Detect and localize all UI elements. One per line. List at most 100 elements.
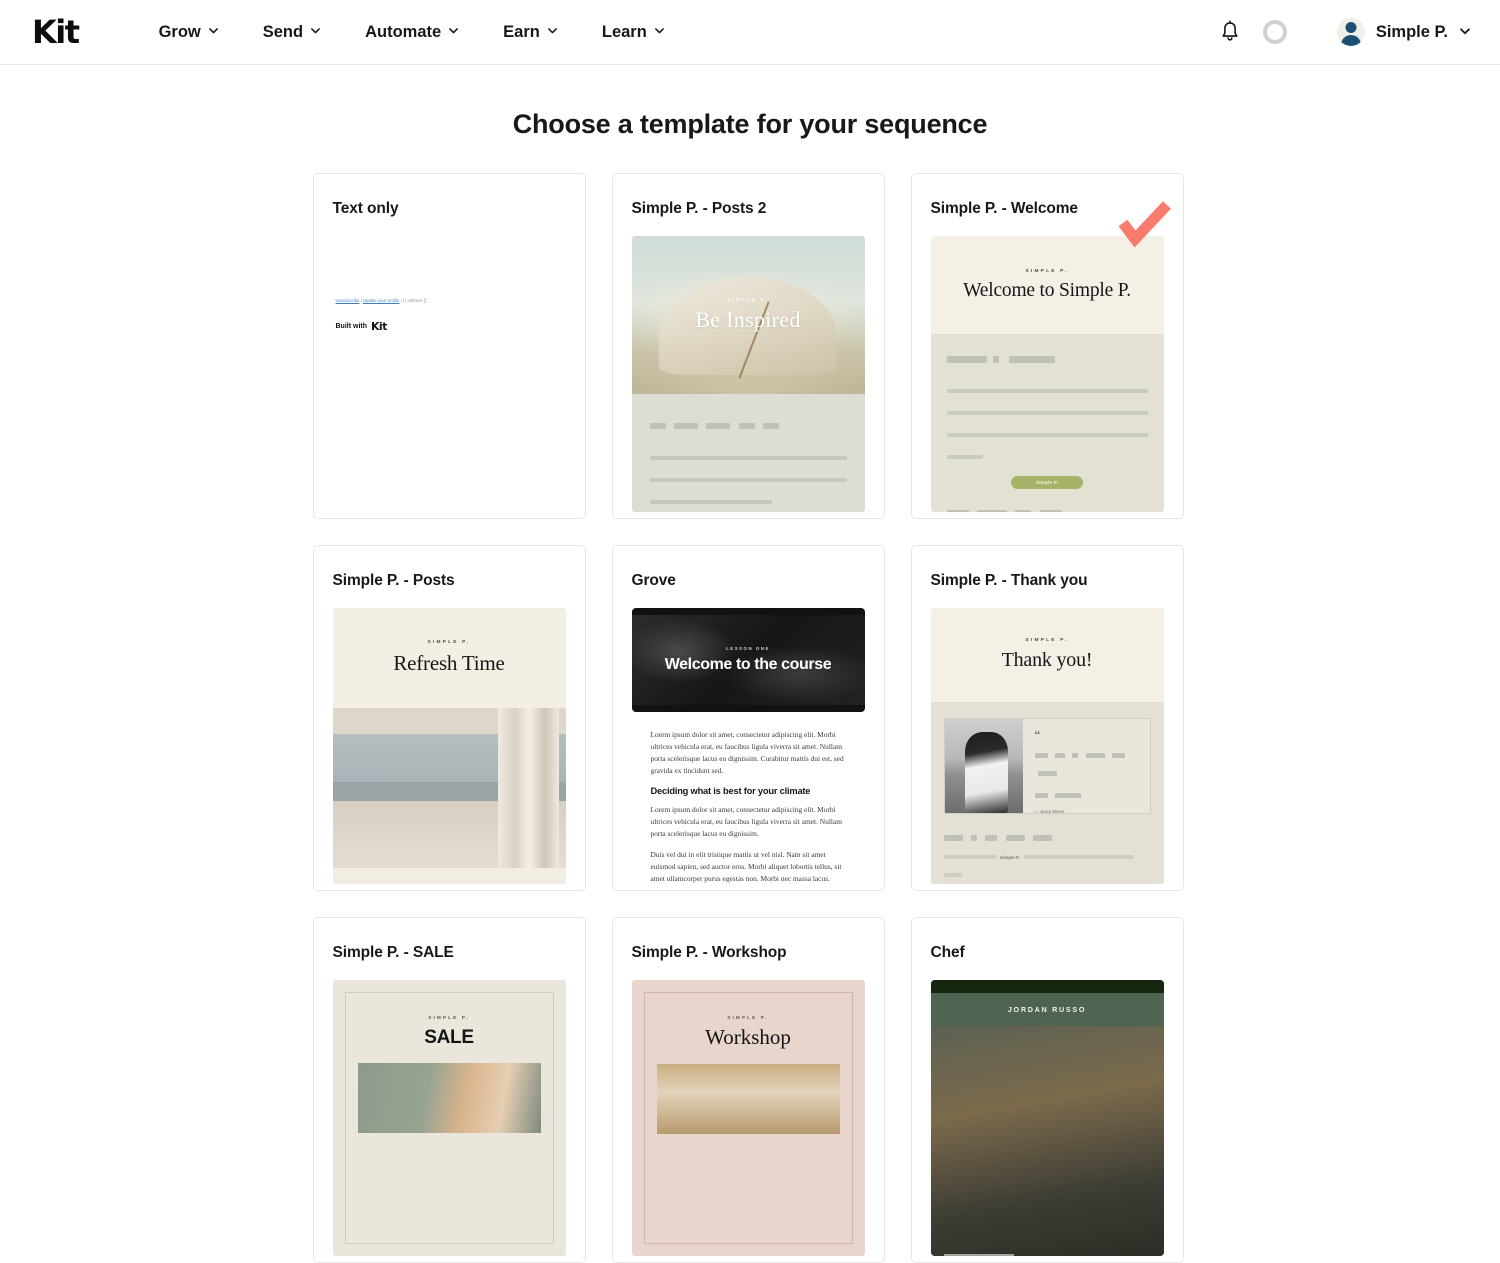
preview-body <box>631 394 865 512</box>
bell-icon[interactable] <box>1219 20 1241 44</box>
preview-paragraph-2: Lorem ipsum dolor sit amet, consectetur … <box>650 804 842 838</box>
preview-hero: SIMPLE P. Thank you! <box>930 608 1164 702</box>
address-token: {{ address }} <box>403 298 427 303</box>
template-grid: Text only Unsubscribe | Update your prof… <box>312 173 1188 1263</box>
preview-heading: Workshop <box>705 1025 791 1049</box>
nav-item-send[interactable]: Send <box>241 15 343 50</box>
preview-body: Lorem ipsum dolor sit amet, consectetur … <box>632 712 865 884</box>
preview-body: Simple P. <box>930 334 1164 512</box>
nav-label: Send <box>262 22 304 41</box>
preview-paragraph-1: Lorem ipsum dolor sit amet, consectetur … <box>650 730 844 775</box>
preview-eyebrow: SIMPLE P. <box>1025 638 1069 643</box>
template-preview: SIMPLE P. Workshop <box>631 980 865 1256</box>
template-card-title: Chef <box>930 944 965 961</box>
account-menu[interactable]: Simple P. <box>1336 18 1476 46</box>
preview-heading: Thank you! <box>1001 649 1093 671</box>
template-card-title: Simple P. - Posts <box>332 572 455 589</box>
avatar-icon <box>1336 18 1365 46</box>
template-preview: SIMPLE P. Thank you! “ — Joyce Meyer Sim… <box>930 608 1164 884</box>
template-card-thank-you[interactable]: Simple P. - Thank you SIMPLE P. Thank yo… <box>910 545 1184 891</box>
preview-eyebrow: SIMPLE P. <box>727 1015 769 1020</box>
template-preview: JORDAN RUSSO New Cookbook RAMEN BY RUSSO <box>930 980 1164 1256</box>
primary-navigation: Grow Send Automate Earn Learn <box>137 15 687 50</box>
preview-body: SIMPLE P. Workshop <box>631 980 865 1256</box>
seaside-terrace-curtain-photo <box>332 708 566 868</box>
preview-cta-button: Simple P. <box>1011 476 1083 489</box>
nav-label: Earn <box>503 22 540 41</box>
template-preview: LESSON ONE Welcome to the course Lorem i… <box>631 608 865 884</box>
preview-eyebrow: SIMPLE P. <box>1025 268 1069 274</box>
chevron-down-icon <box>1459 25 1470 36</box>
quote-mark-icon: “ <box>1034 727 1041 742</box>
template-card-posts[interactable]: Simple P. - Posts SIMPLE P. Refresh Time <box>312 545 586 891</box>
account-name: Simple P. <box>1375 22 1448 41</box>
preview-body: SIMPLE P. SALE <box>332 980 566 1256</box>
template-card-title: Simple P. - SALE <box>332 944 454 961</box>
preview-body: “ — Joyce Meyer Simple P. <box>930 702 1164 884</box>
preview-paragraph-3: Duis vel dui in elit tristique mattis ut… <box>650 849 842 883</box>
preview-hero: SIMPLE P. Refresh Time <box>332 608 566 708</box>
preview-footer-links: Unsubscribe | Update your profile | {{ a… <box>336 298 563 303</box>
preview-heading: Welcome to the course <box>664 656 832 673</box>
nav-label: Automate <box>365 22 442 41</box>
nav-item-grow[interactable]: Grow <box>137 15 241 50</box>
warm-interior-photo <box>656 1064 840 1134</box>
built-with-label: Built with <box>335 323 368 330</box>
nav-item-earn[interactable]: Earn <box>481 15 580 50</box>
preview-eyebrow: SIMPLE P. <box>428 1015 470 1020</box>
template-card-grove[interactable]: Grove LESSON ONE Welcome to the course L… <box>611 545 885 891</box>
template-preview: SIMPLE P. SALE <box>332 980 566 1256</box>
preview-eyebrow: LESSON ONE <box>726 646 770 651</box>
template-card-posts-2[interactable]: Simple P. - Posts 2 SIMPLE P. Be Inspire… <box>611 173 885 519</box>
chevron-down-icon <box>310 25 321 36</box>
update-profile-link: Update your profile <box>363 298 400 303</box>
progress-ring-icon[interactable] <box>1262 20 1287 44</box>
nav-label: Learn <box>601 22 647 41</box>
template-card-workshop[interactable]: Simple P. - Workshop SIMPLE P. Workshop <box>611 917 885 1263</box>
preview-body: JORDAN RUSSO New Cookbook RAMEN BY RUSSO <box>930 980 1164 1256</box>
page-title: Choose a template for your sequence <box>512 109 988 139</box>
preview-heading: Welcome to Simple P. <box>963 279 1131 301</box>
template-card-chef[interactable]: Chef JORDAN RUSSO New Cookbook RAMEN BY … <box>910 917 1184 1263</box>
template-card-title: Text only <box>332 200 399 217</box>
preview-hero: SIMPLE P. Welcome to Simple P. <box>930 236 1164 334</box>
template-preview: Unsubscribe | Update your profile | {{ a… <box>332 236 566 512</box>
nav-item-learn[interactable]: Learn <box>580 15 687 50</box>
preview-heading: SALE <box>424 1027 474 1048</box>
built-with-badge: Built with Kit <box>336 320 563 333</box>
nav-item-automate[interactable]: Automate <box>343 15 481 50</box>
template-preview: SIMPLE P. Refresh Time <box>332 608 566 884</box>
nav-label: Grow <box>158 22 201 41</box>
preview-inline-brand: Simple P. <box>999 855 1020 860</box>
header-actions: Simple P. <box>1219 18 1476 46</box>
template-card-welcome[interactable]: Simple P. - Welcome SIMPLE P. Welcome to… <box>910 173 1184 519</box>
woman-portrait-bw-photo <box>944 719 1023 813</box>
ramen-bowl-photo: New Cookbook RAMEN BY RUSSO <box>930 1026 1164 1256</box>
quote-attribution: — Joyce Meyer <box>1034 809 1065 814</box>
chevron-down-icon <box>448 25 459 36</box>
chevron-down-icon <box>547 25 558 36</box>
dark-foliage-photo: LESSON ONE Welcome to the course <box>631 608 865 712</box>
template-card-sale[interactable]: Simple P. - SALE SIMPLE P. SALE <box>312 917 586 1263</box>
model-legs-photo <box>357 1063 541 1133</box>
unsubscribe-link: Unsubscribe <box>335 298 360 303</box>
top-navigation-bar: Kit Grow Send Automate Earn Learn Simple… <box>0 0 1500 65</box>
template-card-title: Simple P. - Welcome <box>930 200 1079 217</box>
template-preview: SIMPLE P. Be Inspired <box>631 236 865 512</box>
chevron-down-icon <box>208 25 219 36</box>
kit-logo[interactable]: Kit <box>32 16 80 48</box>
beach-umbrella-photo: SIMPLE P. Be Inspired <box>631 236 865 394</box>
preview-subheading: Deciding what is best for your climate <box>650 785 811 796</box>
preview-eyebrow: SIMPLE P. <box>427 640 471 645</box>
template-card-text-only[interactable]: Text only Unsubscribe | Update your prof… <box>312 173 586 519</box>
preview-eyebrow: SIMPLE P. <box>727 297 769 302</box>
preview-heading: Refresh Time <box>393 651 505 675</box>
preview-quote-block: “ — Joyce Meyer <box>943 718 1151 814</box>
template-preview: SIMPLE P. Welcome to Simple P. Simple P. <box>930 236 1164 512</box>
kit-wordmark: Kit <box>371 320 387 333</box>
template-card-title: Simple P. - Posts 2 <box>631 200 767 217</box>
preview-author-bar: JORDAN RUSSO <box>930 993 1164 1026</box>
template-card-title: Simple P. - Thank you <box>930 572 1088 589</box>
preview-heading: Be Inspired <box>695 307 801 332</box>
template-card-title: Simple P. - Workshop <box>631 944 787 961</box>
